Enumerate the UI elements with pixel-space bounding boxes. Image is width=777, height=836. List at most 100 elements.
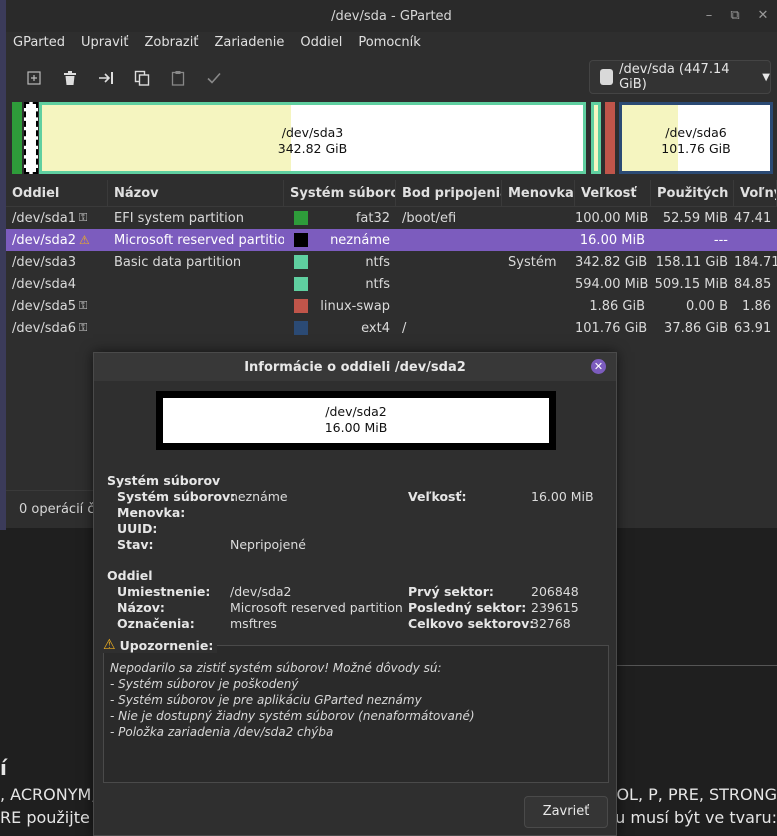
field-value: Nepripojené	[230, 537, 306, 552]
partition-info-dialog: Informácie o oddieli /dev/sda2 ✕ /dev/sd…	[93, 352, 617, 836]
cell-partition: /dev/sda4	[6, 277, 108, 292]
cell-filesystem: ntfs	[284, 255, 396, 270]
cell-partition: /dev/sda5 ⚿	[6, 299, 108, 314]
device-label: /dev/sda (447.14 GiB)	[619, 62, 730, 92]
cell-used: 509.15 MiB	[654, 276, 728, 292]
filesystem-type: ext4	[361, 320, 390, 336]
field-value: 239615	[531, 600, 579, 615]
field-label: Celkovo sektorov:	[408, 616, 535, 631]
cell-partition: /dev/sda6 ⚿	[6, 321, 108, 336]
map-partition-size: 342.82 GiB	[277, 141, 348, 156]
table-row[interactable]: /dev/sda6 ⚿ ext4 / 101.76 GiB 37.86 GiB 63.91	[6, 317, 777, 339]
cell-used: 158.11 GiB	[655, 254, 728, 270]
menu-help[interactable]: Pomocník	[358, 35, 420, 50]
device-selector[interactable]: /dev/sda (447.14 GiB) ▼	[589, 60, 771, 94]
map-partition-sda2[interactable]	[24, 102, 38, 174]
column-header[interactable]: Použitých	[651, 179, 734, 207]
map-partition-sda5[interactable]	[605, 102, 615, 174]
menu-device[interactable]: Zariadenie	[214, 35, 284, 50]
cell-size: 101.76 GiB	[575, 320, 648, 336]
field-label: Veľkosť:	[408, 489, 467, 504]
close-icon[interactable]: ✕	[591, 359, 606, 374]
cell-partition: /dev/sda3	[6, 255, 108, 270]
map-partition-sda4[interactable]	[591, 102, 601, 174]
field-label: Názov:	[117, 600, 165, 615]
close-button[interactable]: Zavrieť	[524, 796, 608, 828]
background-text-line: u musí být ve tvaru:	[615, 808, 777, 827]
copy-icon	[134, 70, 150, 86]
key-icon: ⚿	[78, 321, 88, 334]
partition-path: /dev/sda4	[12, 276, 76, 292]
menu-partition[interactable]: Oddiel	[300, 35, 342, 50]
column-header[interactable]: Voľný	[734, 179, 777, 207]
cell-used: 37.86 GiB	[664, 320, 728, 336]
cell-used: ---	[713, 232, 728, 248]
filesystem-color-swatch	[294, 255, 308, 269]
cell-partition: /dev/sda2 ⚠	[6, 233, 108, 248]
cell-size: 594.00 MiB	[575, 276, 649, 292]
resize-move-button[interactable]	[88, 60, 124, 96]
map-partition-sda6[interactable]: /dev/sda6 101.76 GiB	[619, 102, 773, 174]
cell-free: 84.85	[734, 276, 772, 292]
field-label: Stav:	[117, 537, 154, 552]
warning-line: - Nie je dostupný žiadny systém súborov …	[110, 709, 475, 723]
table-row[interactable]: /dev/sda3 Basic data partition ntfs Systém 3…	[6, 251, 777, 273]
partition-graphic-size: 16.00 MiB	[324, 420, 388, 435]
partition-path: /dev/sda6	[12, 320, 76, 336]
field-value: 32768	[531, 616, 571, 631]
apply-button[interactable]	[196, 60, 232, 96]
column-header[interactable]: Názov	[108, 179, 284, 207]
cell-name: Basic data partition	[114, 254, 242, 270]
paste-button[interactable]	[160, 60, 196, 96]
table-body: /dev/sda1 ⚿ EFI system partition fat32/boot…	[6, 207, 777, 339]
menu-view[interactable]: Zobraziť	[144, 35, 198, 50]
map-partition-sda1[interactable]	[12, 102, 22, 174]
dialog-titlebar[interactable]: Informácie o oddieli /dev/sda2 ✕	[94, 353, 616, 381]
close-icon[interactable]: ✕	[755, 8, 771, 24]
cell-partition: /dev/sda1 ⚿	[6, 211, 108, 226]
window-titlebar[interactable]: /dev/sda - GParted – ⧉ ✕	[6, 0, 777, 32]
maximize-icon[interactable]: ⧉	[727, 8, 743, 24]
table-row[interactable]: /dev/sda1 ⚿ EFI system partition fat32/boot…	[6, 207, 777, 229]
cell-name: EFI system partition	[114, 210, 244, 226]
column-header[interactable]: Bod pripojenia	[396, 179, 502, 207]
menu-gparted[interactable]: GParted	[13, 35, 65, 50]
new-partition-button[interactable]	[16, 60, 52, 96]
copy-button[interactable]	[124, 60, 160, 96]
background-text-line: RE použijte	[0, 808, 90, 827]
partition-path: /dev/sda3	[12, 254, 76, 270]
column-header[interactable]: Oddiel	[6, 179, 108, 207]
column-header[interactable]: Systém súborov	[284, 179, 396, 207]
paste-icon	[171, 71, 185, 86]
warning-line: Nepodarilo sa zistiť systém súborov! Mož…	[110, 661, 442, 675]
menu-edit[interactable]: Upraviť	[81, 35, 128, 50]
minimize-icon[interactable]: –	[701, 8, 717, 24]
partition-graphic-name: /dev/sda2	[325, 404, 387, 419]
delete-button[interactable]	[52, 60, 88, 96]
resize-move-icon	[99, 72, 113, 84]
menubar: GParted Upraviť Zobraziť Zariadenie Oddi…	[6, 32, 777, 52]
cell-filesystem: fat32	[284, 211, 396, 226]
cell-filesystem: ext4	[284, 321, 396, 336]
table-row[interactable]: /dev/sda5 ⚿ linux-swap 1.86 GiB 0.00 B 1.86	[6, 295, 777, 317]
field-label: Označenia:	[117, 616, 195, 631]
table-row[interactable]: /dev/sda4 ntfs 594.00 MiB 509.15 MiB 84.85	[6, 273, 777, 295]
table-row[interactable]: /dev/sda2 ⚠ Microsoft reserved partition ne…	[6, 229, 777, 251]
column-header[interactable]: Veľkosť	[575, 179, 651, 207]
map-partition-name: /dev/sda3	[281, 125, 344, 140]
filesystem-type: linux-swap	[320, 298, 390, 314]
warning-line: - Systém súborov je pre aplikáciu GParte…	[110, 693, 422, 707]
table-header: Oddiel Názov Systém súborov Bod pripojen…	[6, 179, 777, 207]
field-value: /dev/sda2	[230, 584, 292, 599]
partition-path: /dev/sda2	[12, 232, 76, 248]
partition-graphic-inner: /dev/sda2 16.00 MiB	[163, 398, 549, 443]
section-partition: Oddiel	[107, 568, 153, 583]
map-partition-sda3[interactable]: /dev/sda3 342.82 GiB	[39, 102, 586, 174]
partition-path: /dev/sda5	[12, 298, 76, 314]
filesystem-color-swatch	[294, 299, 308, 313]
column-header[interactable]: Menovka	[502, 179, 575, 207]
field-value: Microsoft reserved partition	[230, 600, 403, 615]
disk-icon	[600, 69, 614, 85]
partition-map: /dev/sda3 342.82 GiB /dev/sda6 101.76 Gi…	[10, 102, 773, 174]
background-heading: í	[0, 756, 7, 780]
